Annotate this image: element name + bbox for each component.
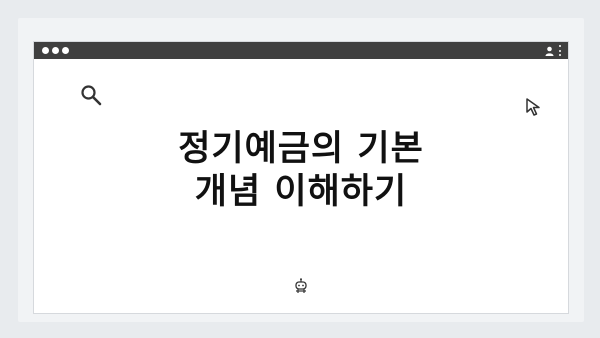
page-title: 정기예금의 기본 개념 이해하기 bbox=[34, 128, 568, 214]
title-line-1: 정기예금의 기본 bbox=[178, 129, 424, 169]
kebab-menu-icon[interactable] bbox=[559, 45, 562, 56]
page-background: 정기예금의 기본 개념 이해하기 bbox=[0, 0, 600, 338]
maximize-dot[interactable] bbox=[62, 47, 69, 54]
close-dot[interactable] bbox=[42, 47, 49, 54]
window-titlebar bbox=[34, 42, 568, 59]
window-controls bbox=[42, 47, 69, 54]
titlebar-actions bbox=[545, 45, 562, 56]
robot-icon bbox=[295, 278, 307, 293]
user-icon[interactable] bbox=[545, 46, 554, 56]
minimize-dot[interactable] bbox=[52, 47, 59, 54]
cursor-icon bbox=[526, 98, 540, 116]
search-icon bbox=[81, 85, 102, 106]
title-line-2: 개념 이해하기 bbox=[194, 172, 408, 212]
browser-window: 정기예금의 기본 개념 이해하기 bbox=[33, 41, 569, 314]
